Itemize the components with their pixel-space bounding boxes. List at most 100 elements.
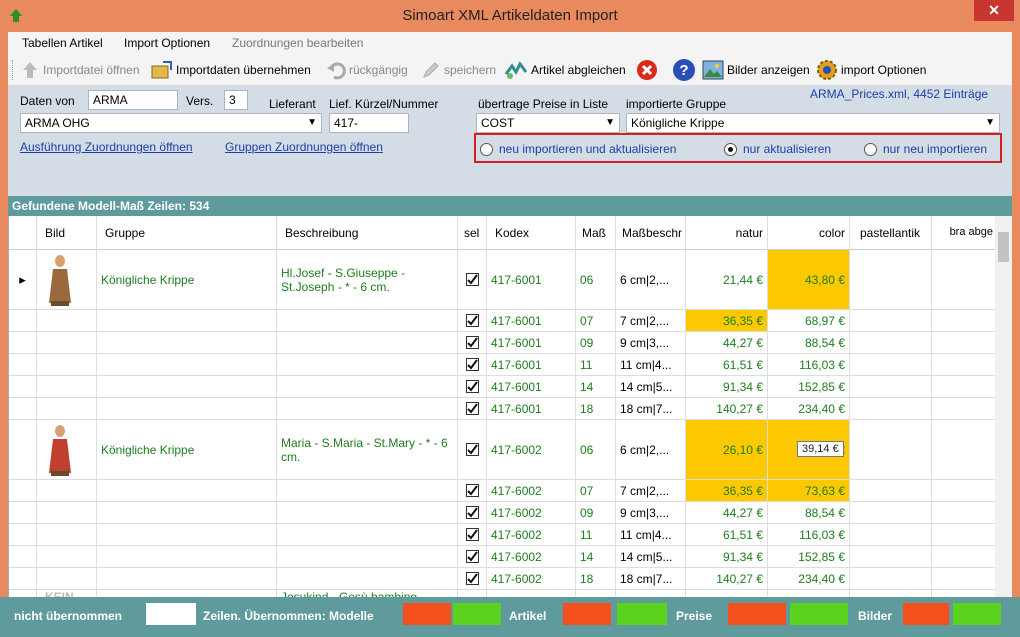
cell-brasiert bbox=[932, 546, 996, 568]
status-preise-green bbox=[790, 603, 848, 625]
row-header bbox=[9, 398, 37, 420]
take-import-data-button[interactable]: Importdaten übernehmen bbox=[151, 59, 311, 81]
cell-sel bbox=[458, 420, 487, 480]
select-checkbox[interactable] bbox=[466, 506, 479, 519]
title-bar: Simoart XML Artikeldaten Import ✕ bbox=[0, 0, 1020, 32]
select-checkbox[interactable] bbox=[466, 402, 479, 415]
select-checkbox[interactable] bbox=[466, 550, 479, 563]
radio-label: nur aktualisieren bbox=[743, 142, 832, 156]
cell-gruppe bbox=[97, 480, 277, 502]
cell-natur: 140,27 € bbox=[686, 398, 768, 420]
import-options-button[interactable]: import Optionen bbox=[816, 59, 926, 81]
cell-massbeschr: 14 cm|5... bbox=[616, 546, 686, 568]
select-checkbox[interactable] bbox=[466, 528, 479, 541]
cell-gruppe: Königliche Krippe bbox=[97, 250, 277, 310]
radio-circle-selected bbox=[724, 142, 737, 156]
show-images-button[interactable]: Bilder anzeigen bbox=[702, 59, 810, 81]
cell-beschreibung bbox=[277, 524, 458, 546]
select-checkbox[interactable] bbox=[466, 336, 479, 349]
gruppen-link[interactable]: Gruppen Zuordnungen öffnen bbox=[225, 140, 383, 154]
scroll-thumb[interactable] bbox=[998, 232, 1009, 262]
undo-button[interactable]: rückgängig bbox=[326, 59, 408, 81]
cell-natur: 21,44 € bbox=[686, 250, 768, 310]
daten-von-input[interactable]: ARMA bbox=[88, 90, 178, 110]
cell-gruppe bbox=[97, 568, 277, 590]
lieferant-select[interactable]: ARMA OHG ▼ bbox=[20, 113, 322, 133]
cell-mass: 11 bbox=[576, 354, 616, 376]
menu-tabellen-artikel[interactable]: Tabellen Artikel bbox=[22, 36, 103, 50]
cell-brasiert bbox=[932, 420, 996, 480]
match-articles-button[interactable]: Artikel abgleichen bbox=[504, 59, 626, 81]
cell-sel bbox=[458, 250, 487, 310]
cell-brasiert bbox=[932, 480, 996, 502]
radio-nur-neu[interactable]: nur neu importieren bbox=[864, 142, 987, 156]
cell-pastellantik bbox=[850, 524, 932, 546]
cell-gruppe: Königliche Krippe bbox=[97, 420, 277, 480]
cell-massbeschr: 11 cm|4... bbox=[616, 524, 686, 546]
row-header-corner bbox=[9, 216, 37, 250]
radio-neu-und-aktualisieren[interactable]: neu importieren und aktualisieren bbox=[480, 142, 676, 156]
help-button[interactable]: ? bbox=[672, 59, 699, 81]
cell-massbeschr: 6 cm|2,... bbox=[616, 420, 686, 480]
select-checkbox[interactable] bbox=[466, 358, 479, 371]
kuerzel-label: Lief. Kürzel/Nummer bbox=[329, 97, 439, 111]
cell-kodex: 417-6001 bbox=[487, 376, 576, 398]
open-import-file-button[interactable]: Importdatei öffnen bbox=[20, 59, 140, 81]
lieferant-label: Lieferant bbox=[269, 97, 316, 111]
column-header-pastellantik[interactable]: pastellantik bbox=[850, 216, 932, 250]
column-header-kodex[interactable]: Kodex bbox=[487, 216, 576, 250]
column-header-brasiert[interactable]: bra abge bbox=[932, 216, 996, 250]
preise-select[interactable]: COST ▼ bbox=[476, 113, 620, 133]
cell-bild bbox=[37, 568, 97, 590]
undo-label: rückgängig bbox=[349, 63, 408, 77]
column-header-gruppe[interactable]: Gruppe bbox=[97, 216, 277, 250]
status-zeilen: Zeilen. Übernommen: Modelle bbox=[203, 609, 374, 623]
select-checkbox[interactable] bbox=[466, 572, 479, 585]
cell-beschreibung bbox=[277, 568, 458, 590]
save-button[interactable]: speichern bbox=[421, 59, 496, 81]
cell-beschreibung bbox=[277, 546, 458, 568]
cell-natur: 36,35 € bbox=[686, 310, 768, 332]
cell-mass: 06 bbox=[576, 250, 616, 310]
checkmark-icon bbox=[467, 529, 478, 540]
column-header-natur[interactable]: natur bbox=[686, 216, 768, 250]
select-checkbox[interactable] bbox=[466, 484, 479, 497]
select-checkbox[interactable] bbox=[466, 443, 479, 456]
ausfuehrung-link[interactable]: Ausführung Zuordnungen öffnen bbox=[20, 140, 193, 154]
menu-zuordnungen-bearbeiten[interactable]: Zuordnungen bearbeiten bbox=[232, 36, 363, 50]
select-checkbox[interactable] bbox=[466, 273, 479, 286]
price-tooltip: 39,14 € bbox=[797, 441, 844, 457]
column-header-color[interactable]: color bbox=[768, 216, 850, 250]
menu-import-optionen[interactable]: Import Optionen bbox=[124, 36, 210, 50]
cell-bild bbox=[37, 480, 97, 502]
match-icon bbox=[504, 61, 528, 79]
grid-header-bar: Gefundene Modell-Maß Zeilen: 534 bbox=[8, 196, 1012, 216]
gruppe-select[interactable]: Königliche Krippe ▼ bbox=[626, 113, 1000, 133]
radio-nur-aktualisieren[interactable]: nur aktualisieren bbox=[724, 142, 831, 156]
pencil-icon bbox=[423, 62, 439, 78]
cell-mass: 14 bbox=[576, 546, 616, 568]
column-header-bild[interactable]: Bild bbox=[37, 216, 97, 250]
cell-massbeschr: 14 cm|5... bbox=[616, 376, 686, 398]
open-import-file-label: Importdatei öffnen bbox=[43, 63, 140, 77]
daten-von-label: Daten von bbox=[20, 94, 75, 108]
select-checkbox[interactable] bbox=[466, 314, 479, 327]
cell-mass: 07 bbox=[576, 310, 616, 332]
cell-sel bbox=[458, 524, 487, 546]
save-label: speichern bbox=[444, 63, 497, 77]
kuerzel-input[interactable]: 417- bbox=[329, 113, 409, 133]
cell-natur: 36,35 € bbox=[686, 480, 768, 502]
column-header-sel[interactable]: sel bbox=[458, 216, 487, 250]
vertical-scrollbar[interactable] bbox=[995, 216, 1012, 606]
select-checkbox[interactable] bbox=[466, 380, 479, 393]
cell-natur: 26,10 € bbox=[686, 420, 768, 480]
vers-input[interactable]: 3 bbox=[224, 90, 248, 110]
cell-natur: 44,27 € bbox=[686, 332, 768, 354]
column-header-beschreibung[interactable]: Beschreibung bbox=[277, 216, 458, 250]
cancel-button[interactable] bbox=[636, 59, 661, 81]
cell-massbeschr: 9 cm|3,... bbox=[616, 332, 686, 354]
column-header-mass[interactable]: Maß bbox=[576, 216, 616, 250]
cell-brasiert bbox=[932, 310, 996, 332]
column-header-massbeschr[interactable]: Maßbeschr bbox=[616, 216, 686, 250]
close-button[interactable]: ✕ bbox=[974, 0, 1014, 21]
